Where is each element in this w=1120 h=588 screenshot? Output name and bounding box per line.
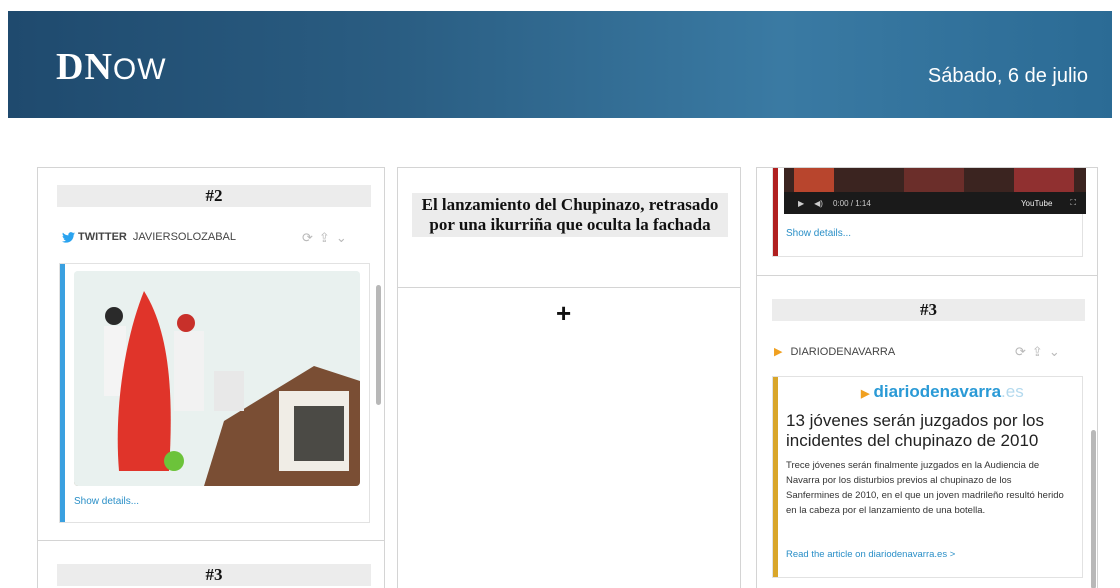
dnow-logo[interactable]: DNOW xyxy=(56,45,167,89)
publisher-logo-tld: .es xyxy=(1001,382,1024,401)
chevron-down-icon[interactable]: ⌄ xyxy=(336,230,347,246)
tweet-source: TWITTER JAVIERSOLOZABAL xyxy=(62,231,236,243)
column-middle: El lanzamiento del Chupinazo, retrasado … xyxy=(397,167,741,588)
column-right: ▶ ◀) 0:00 / 1:14 YouTube ⛶ Show details.… xyxy=(756,167,1098,588)
share-icon[interactable]: ⇪ xyxy=(1032,344,1043,360)
tweet-card: Show details... xyxy=(59,263,370,523)
scrollbar-thumb[interactable] xyxy=(376,285,381,405)
video-controls: ▶ ◀) 0:00 / 1:14 YouTube ⛶ xyxy=(784,192,1086,214)
chevron-down-icon[interactable]: ⌄ xyxy=(1049,344,1060,360)
column-left: #2 TWITTER JAVIERSOLOZABAL ⟳ ⇪ ⌄ Show de… xyxy=(37,167,385,588)
article-summary: Trece jóvenes serán finalmente juzgados … xyxy=(786,460,1064,516)
video-card: ▶ ◀) 0:00 / 1:14 YouTube ⛶ Show details.… xyxy=(772,168,1086,257)
card-accent xyxy=(773,168,778,256)
scrollbar-thumb[interactable] xyxy=(1091,430,1096,588)
site-header: DNOW Sábado, 6 de julio xyxy=(8,11,1112,118)
publisher-logo: ▶ diariodenavarra.es xyxy=(861,382,1024,402)
youtube-logo[interactable]: YouTube xyxy=(1021,199,1052,208)
article-title[interactable]: 13 jóvenes serán juzgados por los incide… xyxy=(786,411,1078,451)
header-date: Sábado, 6 de julio xyxy=(927,65,1088,87)
tweet-photo[interactable] xyxy=(74,271,360,486)
read-article-link[interactable]: Read the article on diariodenavarra.es > xyxy=(786,549,955,560)
twitter-bird-icon xyxy=(62,231,75,243)
publisher-logo-text: diariodenavarra xyxy=(873,382,1002,401)
show-details-link[interactable]: Show details... xyxy=(74,496,139,507)
article-actions: ⟳ ⇪ ⌄ xyxy=(1015,344,1060,360)
card-accent xyxy=(60,264,65,522)
add-item-button[interactable]: + xyxy=(556,298,571,329)
article-card: ▶ diariodenavarra.es 13 jóvenes serán juz… xyxy=(772,376,1083,578)
source-network: TWITTER xyxy=(78,231,127,243)
tweet-photo-art xyxy=(74,271,360,486)
source-name[interactable]: DIARIODENAVARRA xyxy=(790,346,895,358)
play-icon[interactable]: ▶ xyxy=(798,199,804,208)
tweet-actions: ⟳ ⇪ ⌄ xyxy=(302,230,347,246)
headline-card: El lanzamiento del Chupinazo, retrasado … xyxy=(398,168,740,288)
article-source: ▶ DIARIODENAVARRA xyxy=(774,345,895,359)
show-details-link[interactable]: Show details... xyxy=(786,228,851,239)
share-icon[interactable]: ⇪ xyxy=(319,230,330,246)
source-user[interactable]: JAVIERSOLOZABAL xyxy=(133,231,236,243)
logo-ow: OW xyxy=(112,53,167,86)
retweet-icon[interactable]: ⟳ xyxy=(302,230,313,246)
video-time: 0:00 / 1:14 xyxy=(832,198,871,208)
item-divider xyxy=(757,275,1097,276)
headline-title[interactable]: El lanzamiento del Chupinazo, retrasado … xyxy=(412,193,728,237)
rank-number: #3 xyxy=(772,299,1085,321)
item-divider xyxy=(38,540,384,541)
volume-icon[interactable]: ◀) xyxy=(814,199,823,208)
publisher-triangle-icon: ▶ xyxy=(861,388,870,400)
rank-number: #3 xyxy=(57,564,371,586)
source-triangle-icon: ▶ xyxy=(774,346,783,358)
card-accent xyxy=(773,377,778,577)
logo-dn: DN xyxy=(56,46,113,88)
retweet-icon[interactable]: ⟳ xyxy=(1015,344,1026,360)
fullscreen-icon[interactable]: ⛶ xyxy=(1070,198,1076,208)
rank-number: #2 xyxy=(57,185,371,207)
video-player[interactable]: ▶ ◀) 0:00 / 1:14 YouTube ⛶ xyxy=(784,168,1086,214)
